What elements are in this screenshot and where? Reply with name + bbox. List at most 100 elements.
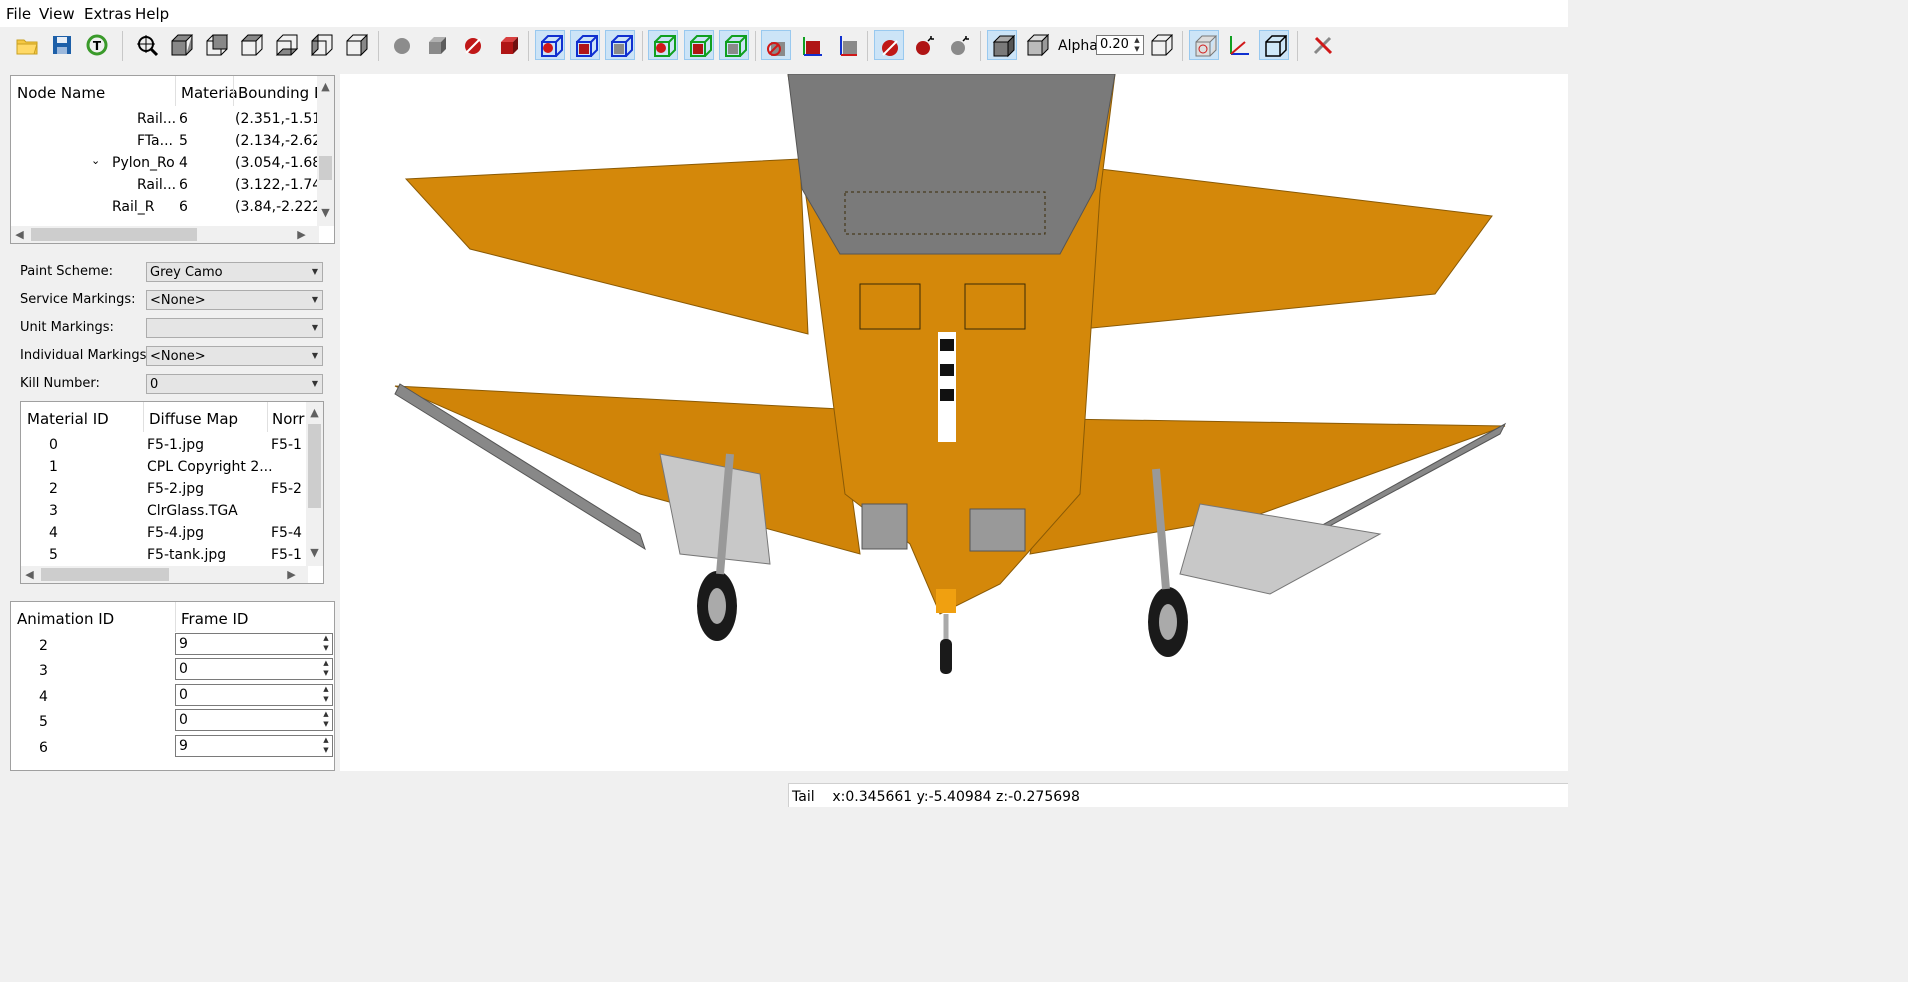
solid-cube-button[interactable] bbox=[987, 30, 1017, 60]
grey-shape-button[interactable] bbox=[387, 30, 417, 60]
view-left-button[interactable] bbox=[306, 30, 336, 60]
node-name: Rail... bbox=[137, 177, 177, 193]
frame-spinbox[interactable]: 9 ▲ ▼ bbox=[175, 633, 333, 655]
spin-up-icon[interactable]: ▲ bbox=[320, 736, 332, 745]
diffuse-map-header[interactable]: Diffuse Map bbox=[149, 410, 238, 428]
blue-solid-cube-icon bbox=[576, 35, 598, 57]
bounding-header[interactable]: Bounding B bbox=[238, 84, 324, 102]
scroll-down-icon[interactable]: ▼ bbox=[317, 206, 334, 219]
animation-id-header[interactable]: Animation ID bbox=[17, 610, 114, 628]
spin-up-icon[interactable]: ▲ bbox=[320, 710, 332, 719]
model-viewport[interactable] bbox=[340, 74, 1568, 771]
individual-markings-combo[interactable]: <None> ▼ bbox=[146, 346, 323, 366]
scroll-up-icon[interactable]: ▲ bbox=[317, 80, 334, 93]
materials-vscroll[interactable]: ▲ ▼ bbox=[306, 402, 323, 566]
view-back-button[interactable] bbox=[201, 30, 231, 60]
spin-down-icon[interactable]: ▼ bbox=[320, 644, 332, 653]
wire-cube-button[interactable] bbox=[1146, 30, 1176, 60]
blue-wire-hidden-button[interactable] bbox=[535, 30, 565, 60]
view-right-button[interactable] bbox=[341, 30, 371, 60]
animation-id: 2 bbox=[39, 638, 48, 654]
axes-blue-cube-button[interactable] bbox=[832, 30, 862, 60]
node-tree[interactable]: Node Name Materia Bounding B Rail... 6 (… bbox=[10, 75, 335, 244]
material-id: 2 bbox=[49, 481, 58, 497]
normal-map-header[interactable]: Norr bbox=[272, 410, 304, 428]
spin-up-icon[interactable]: ▲ bbox=[320, 659, 332, 668]
node-name: Pylon_Ro bbox=[112, 155, 175, 171]
axes-red-cube-button[interactable] bbox=[797, 30, 827, 60]
spin-up-icon[interactable]: ▲ bbox=[1131, 36, 1143, 45]
alpha-cube-button[interactable] bbox=[1022, 30, 1052, 60]
scroll-left-icon[interactable]: ◀ bbox=[11, 228, 28, 241]
kill-number-label: Kill Number: bbox=[20, 376, 100, 391]
spin-down-icon[interactable]: ▼ bbox=[320, 746, 332, 755]
frame-value: 0 bbox=[179, 661, 188, 677]
chevron-down-icon: ▼ bbox=[311, 351, 318, 360]
blue-solid-cube-button[interactable] bbox=[570, 30, 600, 60]
frame-spinbox[interactable]: 0 ▲ ▼ bbox=[175, 709, 333, 731]
node-name-header[interactable]: Node Name bbox=[17, 84, 105, 102]
alpha-spinbox[interactable]: 0.20 ▲ ▼ bbox=[1096, 35, 1144, 55]
green-red-cube-button[interactable] bbox=[684, 30, 714, 60]
material-id-header[interactable]: Material ID bbox=[27, 410, 109, 428]
frame-value: 0 bbox=[179, 687, 188, 703]
open-button[interactable] bbox=[12, 30, 42, 60]
bomb-grey-button[interactable] bbox=[944, 30, 974, 60]
frame-spinbox[interactable]: 9 ▲ ▼ bbox=[175, 735, 333, 757]
view-front-button[interactable] bbox=[166, 30, 196, 60]
service-markings-combo[interactable]: <None> ▼ bbox=[146, 290, 323, 310]
axis-button[interactable] bbox=[1224, 30, 1254, 60]
scroll-down-icon[interactable]: ▼ bbox=[306, 546, 323, 559]
frame-value: 0 bbox=[179, 712, 188, 728]
spin-up-icon[interactable]: ▲ bbox=[320, 685, 332, 694]
red-cube-button[interactable] bbox=[494, 30, 524, 60]
scroll-right-icon[interactable]: ▶ bbox=[293, 228, 310, 241]
blue-grey-cube-button[interactable] bbox=[605, 30, 635, 60]
menu-help[interactable]: Help bbox=[135, 5, 169, 23]
blue-box-button[interactable] bbox=[1259, 30, 1289, 60]
node-tree-hscroll[interactable]: ◀ ▶ bbox=[11, 226, 319, 243]
diffuse-map: F5-4.jpg bbox=[147, 525, 205, 541]
green-wire-hidden-icon bbox=[654, 35, 676, 57]
save-button[interactable] bbox=[47, 30, 77, 60]
scroll-left-icon[interactable]: ◀ bbox=[21, 568, 38, 581]
bomb-button[interactable] bbox=[909, 30, 939, 60]
red-shape-hidden-button[interactable] bbox=[458, 30, 488, 60]
menu-extras[interactable]: Extras bbox=[84, 5, 131, 23]
axes-red-cube-icon bbox=[803, 37, 822, 56]
green-grey-cube-button[interactable] bbox=[719, 30, 749, 60]
spin-down-icon[interactable]: ▼ bbox=[1131, 45, 1143, 54]
materials-table[interactable]: Material ID Diffuse Map Norr 0 F5-1.jpg … bbox=[20, 401, 324, 584]
frame-spinbox[interactable]: 0 ▲ ▼ bbox=[175, 684, 333, 706]
spin-down-icon[interactable]: ▼ bbox=[320, 695, 332, 704]
animation-table[interactable]: Animation ID Frame ID 2 9 ▲ ▼ 3 0 ▲ ▼ 4 … bbox=[10, 601, 335, 771]
frame-spinbox[interactable]: 0 ▲ ▼ bbox=[175, 658, 333, 680]
menu-file[interactable]: File bbox=[6, 5, 31, 23]
chevron-down-icon[interactable]: ⌄ bbox=[91, 154, 100, 167]
kill-number-combo[interactable]: 0 ▼ bbox=[146, 374, 323, 394]
material-header[interactable]: Materia bbox=[181, 84, 238, 102]
spin-down-icon[interactable]: ▼ bbox=[320, 720, 332, 729]
spin-up-icon[interactable]: ▲ bbox=[320, 634, 332, 643]
scroll-right-icon[interactable]: ▶ bbox=[283, 568, 300, 581]
menu-view[interactable]: View bbox=[39, 5, 75, 23]
node-tree-vscroll[interactable]: ▲ ▼ bbox=[317, 76, 334, 226]
frame-id-header[interactable]: Frame ID bbox=[181, 610, 248, 628]
view-bottom-button[interactable] bbox=[271, 30, 301, 60]
spin-down-icon[interactable]: ▼ bbox=[320, 669, 332, 678]
reset-icon: T bbox=[86, 34, 108, 56]
paint-scheme-combo[interactable]: Grey Camo ▼ bbox=[146, 262, 323, 282]
axes-hidden-button[interactable] bbox=[761, 30, 791, 60]
zoom-fit-button[interactable] bbox=[132, 30, 162, 60]
bomb-hidden-button[interactable] bbox=[874, 30, 904, 60]
ghost-cube-button[interactable] bbox=[1189, 30, 1219, 60]
view-top-button[interactable] bbox=[236, 30, 266, 60]
grey-cube-button[interactable] bbox=[422, 30, 452, 60]
scroll-up-icon[interactable]: ▲ bbox=[306, 406, 323, 419]
tools-button[interactable] bbox=[1308, 30, 1338, 60]
materials-hscroll[interactable]: ◀ ▶ bbox=[21, 566, 308, 583]
unit-markings-combo[interactable]: ▼ bbox=[146, 318, 323, 338]
animation-id: 4 bbox=[39, 689, 48, 705]
reset-button[interactable]: T bbox=[82, 30, 112, 60]
green-wire-hidden-button[interactable] bbox=[648, 30, 678, 60]
